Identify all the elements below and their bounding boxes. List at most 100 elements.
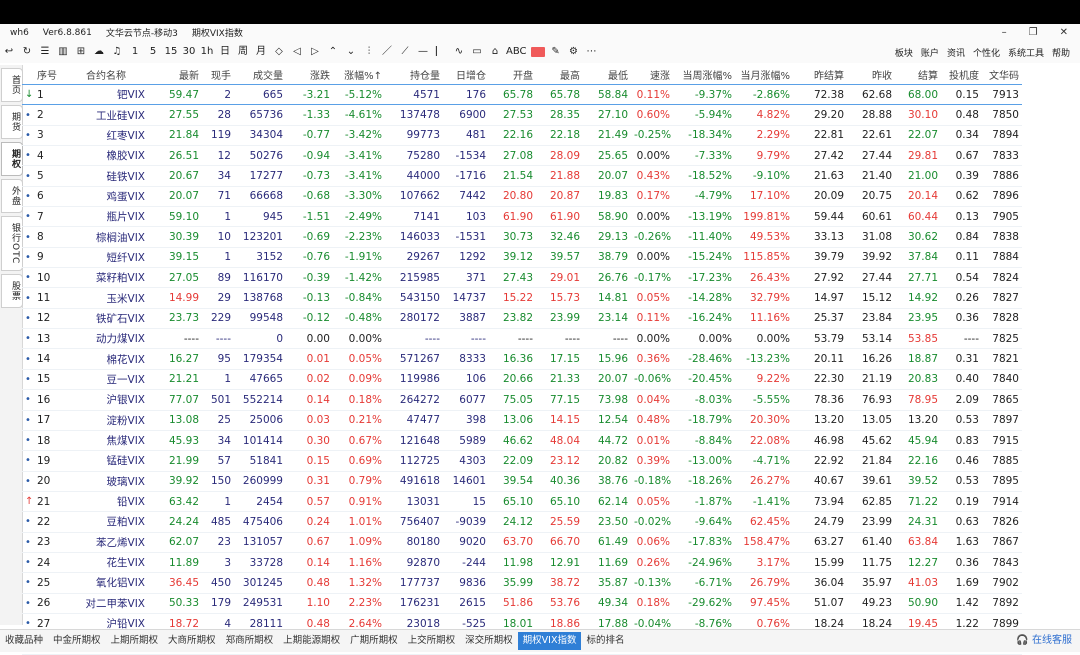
column-header[interactable] — [22, 65, 34, 85]
period-button-14[interactable]: 月 — [254, 41, 268, 63]
table-row[interactable]: • 25 氧化铝VIX 36.45 450 301245 0.48 1.32% 177737 98… — [22, 572, 1022, 594]
column-header[interactable]: 涨幅%↑ — [333, 65, 385, 85]
column-header[interactable]: 日增仓 — [443, 65, 489, 85]
column-header[interactable]: 成交量 — [234, 65, 286, 85]
period-button-7[interactable]: 1 — [128, 41, 142, 63]
side-tab-5[interactable]: 股票 — [1, 274, 23, 309]
table-row[interactable]: • 10 菜籽粕VIX 27.05 89 116170 -0.39 -1.42% 215985 3… — [22, 267, 1022, 289]
settings-icon[interactable]: ⚙ — [567, 41, 581, 63]
pipe-icon[interactable]: ⎸ — [434, 41, 448, 63]
table-row[interactable]: • 17 淀粉VIX 13.08 25 25006 0.03 0.21% 47477 398 13.… — [22, 410, 1022, 431]
side-tab-1[interactable]: 期货 — [1, 105, 23, 139]
menu-item-2[interactable]: 资讯 — [947, 46, 965, 59]
bottom-tab-10[interactable]: 标的排名 — [581, 632, 629, 650]
period-button-13[interactable]: 周 — [236, 41, 250, 63]
column-header[interactable]: 序号 — [34, 65, 64, 85]
list-icon[interactable]: ☰ — [38, 41, 52, 63]
column-header[interactable]: 持仓量 — [385, 65, 443, 85]
period-button-11[interactable]: 1h — [200, 41, 214, 63]
table-row[interactable]: • 6 鸡蛋VIX 20.07 71 66668 -0.68 -3.30% 107662 7442… — [22, 186, 1022, 208]
bottom-tab-7[interactable]: 上交所期权 — [403, 632, 461, 650]
table-row[interactable]: • 18 焦煤VIX 45.93 34 101414 0.30 0.67% 121648 5989… — [22, 430, 1022, 452]
table-row[interactable]: • 14 棉花VIX 16.27 95 179354 0.01 0.05% 571267 8333… — [22, 348, 1022, 370]
more-icon[interactable]: ⋯ — [585, 41, 599, 63]
column-header[interactable]: 合约名称 — [64, 65, 148, 85]
bottom-tab-4[interactable]: 郑商所期权 — [221, 632, 279, 650]
menu-item-3[interactable]: 个性化 — [973, 46, 1000, 59]
table-row[interactable]: • 20 玻璃VIX 39.92 150 260999 0.31 0.79% 491618 146… — [22, 471, 1022, 492]
menu-item-1[interactable]: 账户 — [921, 46, 939, 59]
online-service-link[interactable]: 🎧 在线客服 — [1016, 630, 1072, 652]
bell-icon[interactable]: ♫ — [110, 41, 124, 63]
bottom-tab-9[interactable]: 期权VIX指数 — [517, 632, 582, 650]
menu-item-4[interactable]: 系统工具 — [1008, 46, 1044, 59]
diamond-icon[interactable]: ◇ — [272, 41, 286, 63]
bottom-tab-1[interactable]: 中金所期权 — [48, 632, 106, 650]
column-header[interactable]: 当周涨幅% — [673, 65, 735, 85]
double-down-icon[interactable]: ⌄ — [344, 41, 358, 63]
arrow-left-icon[interactable]: ◁ — [290, 41, 304, 63]
menu-item-5[interactable]: 帮助 — [1052, 46, 1070, 59]
arrow-right-icon[interactable]: ▷ — [308, 41, 322, 63]
house-icon[interactable]: ⌂ — [488, 41, 502, 63]
menu-item-0[interactable]: 板块 — [895, 46, 913, 59]
table-row[interactable]: • 23 苯乙烯VIX 62.07 23 131057 0.67 1.09% 80180 9020… — [22, 532, 1022, 553]
column-header[interactable]: 涨跌 — [286, 65, 333, 85]
dash-icon[interactable]: — — [416, 41, 430, 63]
bar-tool-icon[interactable]: ⫶ — [362, 41, 376, 63]
column-header[interactable]: 最低 — [583, 65, 631, 85]
column-header[interactable]: 昨结算 — [793, 65, 847, 85]
period-button-8[interactable]: 5 — [146, 41, 160, 63]
column-header[interactable]: 文华码 — [982, 65, 1022, 85]
eraser-icon[interactable]: ✎ — [549, 41, 563, 63]
side-tab-0[interactable]: 首页 — [1, 68, 23, 102]
candle-icon[interactable]: ⊞ — [74, 41, 88, 63]
rect-icon[interactable]: ▭ — [470, 41, 484, 63]
table-row[interactable]: • 24 花生VIX 11.89 3 33728 0.14 1.16% 92870 -244 11.… — [22, 552, 1022, 574]
server-name[interactable]: 文华云节点-移动3 — [106, 26, 178, 39]
bottom-tab-3[interactable]: 大商所期权 — [163, 632, 221, 650]
period-button-12[interactable]: 日 — [218, 41, 232, 63]
double-up-icon[interactable]: ⌃ — [326, 41, 340, 63]
table-row[interactable]: • 9 短纤VIX 39.15 1 3152 -0.76 -1.91% 29267 1292 39.… — [22, 247, 1022, 269]
back-icon[interactable]: ↩ — [2, 41, 16, 63]
color-icon[interactable] — [530, 47, 545, 57]
close-icon[interactable]: ✕ — [1060, 27, 1068, 38]
column-header[interactable]: 开盘 — [489, 65, 536, 85]
table-row[interactable]: • 12 铁矿石VIX 23.73 229 99548 -0.12 -0.48% 280172 3… — [22, 308, 1022, 330]
column-header[interactable]: 昨收 — [847, 65, 895, 85]
bottom-tab-2[interactable]: 上期所期权 — [106, 632, 164, 650]
table-row[interactable]: • 4 橡胶VIX 26.51 12 50276 -0.94 -3.41% 75280 -1534… — [22, 145, 1022, 167]
table-row[interactable]: • 8 棕榈油VIX 30.39 10 123201 -0.69 -2.23% 146033 -1… — [22, 226, 1022, 248]
table-row[interactable]: • 3 红枣VIX 21.84 119 34304 -0.77 -3.42% 99773 481 2… — [22, 125, 1022, 147]
table-row[interactable]: • 19 锰硅VIX 21.99 57 51841 0.15 0.69% 112725 4303 2… — [22, 450, 1022, 472]
table-row[interactable]: ↑ 21 铅VIX 63.42 1 2454 0.57 0.91% 13031 15 65.10 65… — [22, 491, 1022, 513]
table-row[interactable]: • 11 玉米VIX 14.99 29 138768 -0.13 -0.84% 543150 14… — [22, 287, 1022, 309]
table-row[interactable]: ↓ 1 钯VIX 59.47 2 665 -3.21 -5.12% 4571 176 65.78 65… — [22, 83, 1022, 106]
side-tab-2[interactable]: 期权 — [1, 142, 23, 176]
table-row[interactable]: • 15 豆一VIX 21.21 1 47665 0.02 0.09% 119986 106 20.… — [22, 369, 1022, 391]
slash-icon[interactable]: ⟋ — [398, 41, 412, 63]
bottom-tab-5[interactable]: 上期能源期权 — [278, 632, 345, 650]
side-tab-4[interactable]: 银行OTC — [1, 216, 23, 272]
table-row[interactable]: • 5 硅铁VIX 20.67 34 17277 -0.73 -3.41% 44000 -1716… — [22, 165, 1022, 187]
minimize-icon[interactable]: – — [1002, 27, 1007, 38]
wave-icon[interactable]: ∿ — [452, 41, 466, 63]
restore-icon[interactable]: ❐ — [1029, 27, 1038, 38]
period-button-9[interactable]: 15 — [164, 41, 178, 63]
column-header[interactable]: 当月涨幅% — [735, 65, 793, 85]
line-icon[interactable]: ／ — [380, 41, 394, 63]
side-tab-3[interactable]: 外盘 — [1, 179, 23, 213]
cloud-icon[interactable]: ☁ — [92, 41, 106, 63]
table-row[interactable]: • 13 动力煤VIX ---- ---- 0 0.00 0.00% ---- ---- ---- -… — [22, 328, 1022, 350]
table-row[interactable]: • 22 豆粕VIX 24.24 485 475406 0.24 1.01% 756407 -90… — [22, 511, 1022, 533]
table-row[interactable]: • 16 沪银VIX 77.07 501 552214 0.14 0.18% 264272 607… — [22, 389, 1022, 411]
column-header[interactable]: 结算 — [895, 65, 941, 85]
kline-icon[interactable]: ▥ — [56, 41, 70, 63]
table-row[interactable]: • 2 工业硅VIX 27.55 28 65736 -1.33 -4.61% 137478 690… — [22, 104, 1022, 126]
period-button-10[interactable]: 30 — [182, 41, 196, 63]
column-header[interactable]: 投机度 — [941, 65, 982, 85]
refresh-icon[interactable]: ↻ — [20, 41, 34, 63]
column-header[interactable]: 最新 — [148, 65, 202, 85]
table-row[interactable]: • 7 瓶片VIX 59.10 1 945 -1.51 -2.49% 7141 103 61.90 6… — [22, 206, 1022, 228]
